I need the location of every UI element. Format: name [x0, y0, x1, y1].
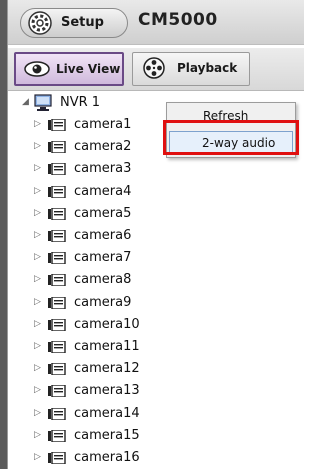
- highlight-annotation-box: [163, 120, 299, 155]
- view-tabs: Live View Playback: [8, 48, 304, 91]
- expand-arrow-icon[interactable]: ▷: [34, 430, 41, 440]
- camera-icon: [48, 452, 66, 464]
- camera-icon: [48, 141, 66, 154]
- camera-icon: [48, 207, 66, 220]
- camera-label: camera14: [74, 405, 140, 421]
- setup-button[interactable]: Setup: [20, 8, 128, 38]
- camera-label: camera2: [74, 139, 132, 155]
- tree-node-camera[interactable]: ▷ camera7: [8, 247, 304, 269]
- camera-icon: [48, 429, 66, 442]
- film-reel-icon: [143, 57, 165, 79]
- tree-node-camera[interactable]: ▷ camera15: [8, 425, 304, 447]
- camera-icon: [48, 341, 66, 353]
- expand-arrow-icon[interactable]: ▷: [34, 363, 41, 373]
- expand-arrow-icon[interactable]: ▷: [34, 252, 41, 262]
- expand-arrow-icon[interactable]: ▷: [34, 186, 41, 196]
- expand-arrow-icon[interactable]: ▷: [34, 341, 41, 351]
- expand-arrow-icon[interactable]: ▷: [34, 297, 41, 307]
- expand-arrow-icon[interactable]: ▷: [34, 230, 41, 240]
- camera-icon: [48, 252, 66, 265]
- tree-node-camera[interactable]: ▷ camera16: [8, 447, 304, 469]
- tree-node-camera[interactable]: ▷ camera4: [8, 181, 304, 203]
- camera-icon: [48, 185, 66, 198]
- expand-arrow-icon[interactable]: ▷: [34, 208, 41, 218]
- camera-label: camera4: [74, 183, 132, 199]
- expand-arrow-icon[interactable]: ▷: [34, 319, 41, 329]
- expand-arrow-icon[interactable]: ▷: [34, 141, 41, 151]
- expand-arrow-icon[interactable]: ▷: [34, 408, 41, 418]
- tree-node-camera[interactable]: ▷ camera9: [8, 292, 304, 314]
- app-window: Setup CM5000 Live View Playback ◢ NVR 1 …: [0, 0, 304, 469]
- camera-label: camera10: [74, 316, 140, 332]
- top-toolbar: Setup CM5000: [8, 0, 304, 45]
- camera-label: camera7: [74, 250, 132, 266]
- tree-node-camera[interactable]: ▷ camera12: [8, 358, 304, 380]
- tab-playback-label: Playback: [177, 61, 238, 75]
- window-left-edge: [0, 0, 8, 469]
- setup-label: Setup: [61, 15, 104, 30]
- nvr-label: NVR 1: [60, 95, 101, 110]
- camera-icon: [48, 119, 66, 131]
- camera-label: camera3: [74, 161, 132, 177]
- collapse-arrow-icon[interactable]: ◢: [22, 97, 29, 107]
- camera-icon: [48, 163, 66, 176]
- camera-icon: [48, 296, 66, 309]
- tab-live-view[interactable]: Live View: [14, 52, 124, 86]
- camera-label: camera13: [74, 383, 140, 399]
- tree-node-camera[interactable]: ▷ camera3: [8, 158, 304, 180]
- camera-label: camera9: [74, 294, 132, 310]
- tree-node-camera[interactable]: ▷ camera11: [8, 336, 304, 358]
- expand-arrow-icon[interactable]: ▷: [34, 274, 41, 284]
- tab-playback[interactable]: Playback: [132, 52, 250, 86]
- expand-arrow-icon[interactable]: ▷: [34, 385, 41, 395]
- camera-label: camera1: [74, 117, 132, 132]
- app-title: CM5000: [138, 10, 218, 30]
- camera-icon: [48, 385, 66, 398]
- camera-label: camera6: [74, 228, 132, 243]
- camera-icon: [48, 407, 66, 420]
- camera-label: camera16: [74, 450, 140, 465]
- camera-icon: [48, 363, 66, 376]
- expand-arrow-icon[interactable]: ▷: [34, 119, 41, 129]
- monitor-icon: [34, 94, 52, 111]
- camera-label: camera12: [74, 361, 140, 377]
- tree-node-camera[interactable]: ▷ camera10: [8, 314, 304, 336]
- tab-live-view-label: Live View: [56, 62, 121, 76]
- eye-icon: [24, 61, 50, 77]
- camera-label: camera15: [74, 427, 140, 443]
- tree-node-camera[interactable]: ▷ camera6: [8, 225, 304, 247]
- gear-icon: [28, 11, 52, 35]
- camera-icon: [48, 274, 66, 287]
- camera-label: camera11: [74, 339, 140, 354]
- tree-node-camera[interactable]: ▷ camera5: [8, 203, 304, 225]
- camera-label: camera8: [74, 272, 132, 288]
- camera-icon: [48, 230, 66, 242]
- expand-arrow-icon[interactable]: ▷: [34, 452, 41, 462]
- camera-icon: [48, 318, 66, 331]
- expand-arrow-icon[interactable]: ▷: [34, 163, 41, 173]
- camera-label: camera5: [74, 205, 132, 221]
- tree-node-camera[interactable]: ▷ camera8: [8, 269, 304, 291]
- tree-node-camera[interactable]: ▷ camera13: [8, 380, 304, 402]
- tree-node-camera[interactable]: ▷ camera14: [8, 403, 304, 425]
